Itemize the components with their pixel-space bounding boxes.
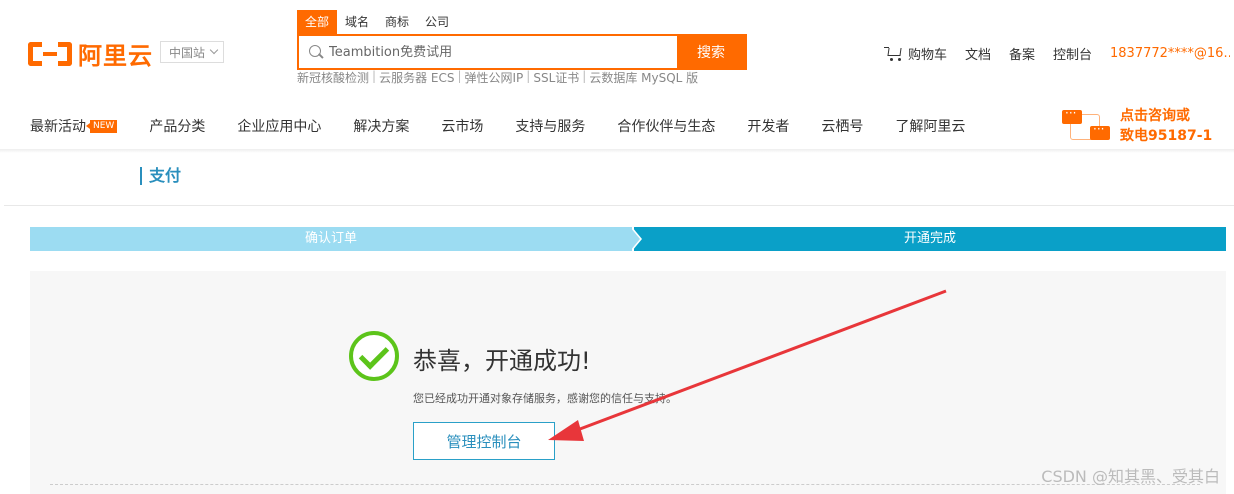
search-tab-domain[interactable]: 域名 <box>337 10 377 34</box>
filing-link[interactable]: 备案 <box>1009 44 1035 63</box>
nav-item-solutions[interactable]: 解决方案 <box>353 116 409 136</box>
separator: | <box>372 69 377 83</box>
search-input[interactable] <box>329 44 669 60</box>
logo-text: 阿里云 <box>78 42 153 70</box>
cart-label: 购物车 <box>907 48 947 63</box>
success-title: 恭喜，开通成功! <box>413 347 591 375</box>
step-confirm-order: 确认订单 <box>30 227 632 251</box>
consult-widget[interactable]: 点击咨询或 致电95187-1 <box>1062 106 1212 146</box>
success-check-icon <box>349 331 399 381</box>
nav-item-products[interactable]: 产品分类 <box>149 116 205 136</box>
docs-link[interactable]: 文档 <box>965 44 991 63</box>
hotword-link[interactable]: 云数据库 MySQL 版 <box>589 69 698 86</box>
watermark: CSDN @知其黑、受其白 <box>1041 467 1220 486</box>
nav-item-developers[interactable]: 开发者 <box>747 116 789 136</box>
consult-line-2: 致电95187-1 <box>1120 128 1213 144</box>
payment-success-page: 阿里云 中国站 全部 域名 商标 公司 搜索 新冠核酸检测 | 云服务器 ECS… <box>0 0 1234 494</box>
progress-steps: 确认订单 开通完成 <box>30 227 1226 251</box>
step-activation-complete: 开通完成 <box>634 227 1226 251</box>
hotword-link[interactable]: 新冠核酸检测 <box>297 69 369 86</box>
search-hotwords: 新冠核酸检测 | 云服务器 ECS | 弹性公网IP | SSL证书 | 云数据… <box>297 69 698 86</box>
search-input-wrap <box>299 36 677 68</box>
nav-item-support[interactable]: 支持与服务 <box>515 116 585 136</box>
nav-item-enterprise-apps[interactable]: 企业应用中心 <box>237 116 321 136</box>
nav-item-yunqi[interactable]: 云栖号 <box>821 116 863 136</box>
separator: | <box>526 69 531 83</box>
nav-item-partners[interactable]: 合作伙伴与生态 <box>617 116 715 136</box>
nav-item-marketplace[interactable]: 云市场 <box>441 116 483 136</box>
consult-line-1: 点击咨询或 <box>1120 108 1190 124</box>
hotword-link[interactable]: 弹性公网IP <box>465 69 524 86</box>
nav-item-activities[interactable]: 最新活动 NEW <box>30 116 118 136</box>
new-badge: NEW <box>85 119 118 133</box>
search-button[interactable]: 搜索 <box>677 36 745 68</box>
console-link[interactable]: 控制台 <box>1053 44 1092 63</box>
search-tab-all[interactable]: 全部 <box>297 10 338 34</box>
search-icon <box>309 45 323 59</box>
section-divider <box>4 205 1234 206</box>
manage-console-button[interactable]: 管理控制台 <box>413 422 555 460</box>
nav-item-label: 最新活动 <box>30 119 86 135</box>
region-label: 中国站 <box>169 45 206 60</box>
separator: | <box>457 69 462 83</box>
search-tab-company[interactable]: 公司 <box>417 10 457 34</box>
main-nav: 最新活动 NEW 产品分类 企业应用中心 解决方案 云市场 支持与服务 合作伙伴… <box>30 116 997 136</box>
nav-item-about[interactable]: 了解阿里云 <box>895 116 965 136</box>
step-arrow <box>630 227 640 251</box>
nav-divider <box>0 149 1234 153</box>
page-title: 支付 <box>140 167 181 185</box>
search-tab-trademark[interactable]: 商标 <box>377 10 417 34</box>
result-panel <box>30 271 1226 494</box>
search-tabs: 全部 域名 商标 公司 <box>297 10 457 34</box>
consult-text: 点击咨询或 致电95187-1 <box>1120 106 1212 146</box>
separator: | <box>582 69 587 83</box>
shopping-cart-icon <box>883 46 904 62</box>
chevron-down-icon <box>209 45 219 55</box>
success-description: 您已经成功开通对象存储服务，感谢您的信任与支持。 <box>413 392 677 405</box>
aliyun-logo-icon <box>28 39 72 69</box>
header-utility-links: 购物车 文档 备案 控制台 1837772****@16... <box>883 44 1234 63</box>
search-bar: 搜索 <box>297 34 747 70</box>
region-selector[interactable]: 中国站 <box>160 41 225 63</box>
aliyun-logo[interactable]: 阿里云 <box>28 36 153 71</box>
account-link[interactable]: 1837772****@16... <box>1110 46 1230 61</box>
panel-dashed-divider <box>50 484 1200 485</box>
cart-link[interactable]: 购物车 <box>883 44 947 63</box>
hotword-link[interactable]: 云服务器 ECS <box>379 69 454 86</box>
chat-bubbles-icon <box>1062 106 1112 144</box>
hotword-link[interactable]: SSL证书 <box>533 69 579 86</box>
